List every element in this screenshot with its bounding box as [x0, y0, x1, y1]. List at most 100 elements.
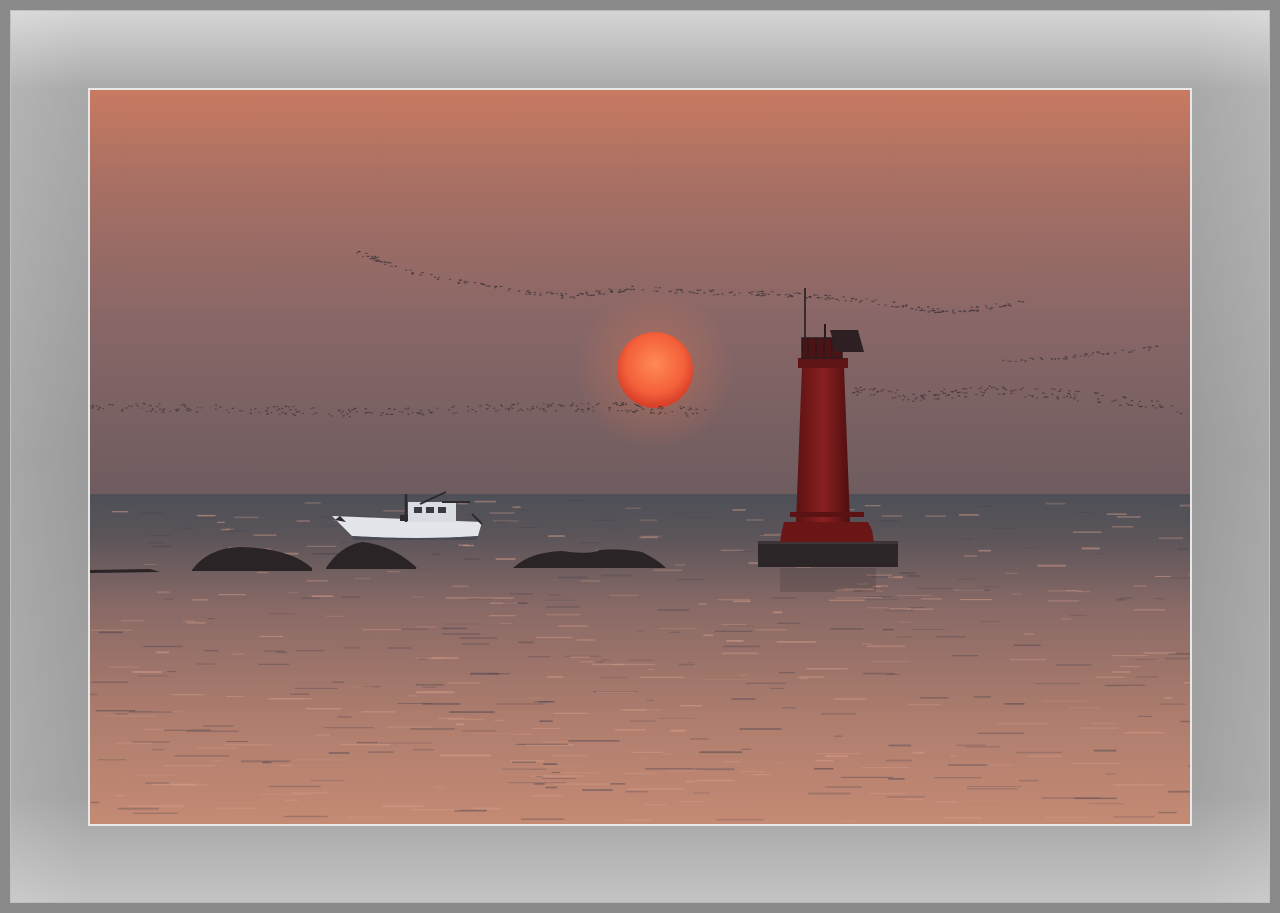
bird — [383, 264, 387, 266]
bird — [748, 292, 751, 294]
bird — [453, 405, 455, 407]
bird — [421, 412, 424, 414]
bird — [919, 309, 923, 311]
bird — [158, 403, 161, 405]
bird — [551, 292, 555, 294]
bird — [945, 310, 948, 312]
bird — [815, 294, 818, 296]
bird — [525, 293, 528, 295]
bird — [1067, 392, 1070, 394]
bird — [430, 273, 433, 276]
bird — [957, 395, 960, 397]
bird — [1076, 400, 1079, 402]
bird — [837, 300, 840, 302]
bird — [1051, 393, 1054, 395]
bird — [275, 406, 279, 408]
bird — [539, 292, 542, 294]
bird — [499, 285, 503, 287]
bird — [577, 408, 580, 410]
bird — [865, 298, 868, 300]
bird — [508, 288, 512, 290]
bird — [272, 406, 275, 408]
bird — [964, 388, 968, 390]
bird — [962, 388, 966, 390]
bird — [505, 407, 508, 409]
bird — [712, 289, 715, 291]
bird — [121, 408, 124, 410]
bird — [1063, 396, 1066, 398]
bird — [1155, 345, 1158, 347]
bird — [393, 408, 396, 410]
bird — [592, 410, 595, 412]
bird — [968, 310, 971, 312]
bird — [621, 410, 624, 412]
bird — [484, 285, 488, 287]
bird — [136, 405, 139, 407]
bird — [475, 410, 477, 413]
bird — [709, 289, 712, 291]
bird — [999, 306, 1002, 308]
bird — [696, 292, 699, 295]
bird — [853, 392, 856, 394]
bird — [1009, 360, 1012, 362]
bird — [471, 409, 474, 411]
bird — [679, 406, 682, 408]
bird — [1072, 356, 1075, 358]
bird — [219, 406, 222, 408]
bird — [1068, 390, 1071, 392]
bird — [1020, 359, 1023, 361]
bird — [624, 403, 628, 405]
bird — [544, 410, 547, 413]
bird — [869, 394, 873, 396]
bird — [652, 412, 655, 414]
bird — [284, 405, 288, 407]
bird — [573, 297, 576, 299]
bird — [1084, 353, 1087, 355]
bird — [250, 409, 252, 411]
bird — [657, 407, 659, 409]
bird — [767, 293, 770, 295]
bird — [943, 388, 946, 390]
bird — [140, 407, 143, 409]
bird — [571, 402, 574, 404]
bird — [463, 280, 466, 282]
bird — [1176, 411, 1179, 413]
bird — [690, 291, 694, 293]
bird — [869, 388, 872, 390]
bird — [485, 408, 489, 410]
bird — [738, 292, 741, 294]
bird — [998, 393, 1001, 395]
bird — [270, 411, 273, 414]
bird — [1065, 358, 1068, 360]
bird — [860, 300, 863, 302]
bird — [750, 293, 753, 295]
bird — [928, 390, 931, 392]
bird — [404, 408, 407, 410]
bird — [692, 413, 695, 415]
bird — [989, 308, 992, 310]
bird — [598, 290, 601, 292]
bird — [480, 282, 483, 284]
bird — [561, 405, 565, 407]
bird — [671, 410, 674, 413]
bird — [650, 408, 654, 411]
bird — [953, 312, 956, 314]
bird — [381, 412, 384, 414]
bird — [241, 410, 244, 412]
bird — [459, 279, 462, 281]
bird — [1179, 412, 1183, 414]
bird — [533, 294, 536, 296]
bird — [751, 291, 754, 293]
bird — [778, 294, 781, 296]
bird — [1095, 392, 1099, 394]
bird — [1152, 405, 1154, 407]
bird — [850, 300, 853, 302]
bird — [120, 410, 124, 412]
bird — [1046, 396, 1049, 398]
bird — [528, 292, 531, 294]
bird — [1062, 358, 1066, 360]
bird — [974, 394, 978, 396]
bird — [169, 411, 171, 413]
bird — [995, 388, 999, 390]
bird — [1074, 390, 1078, 392]
